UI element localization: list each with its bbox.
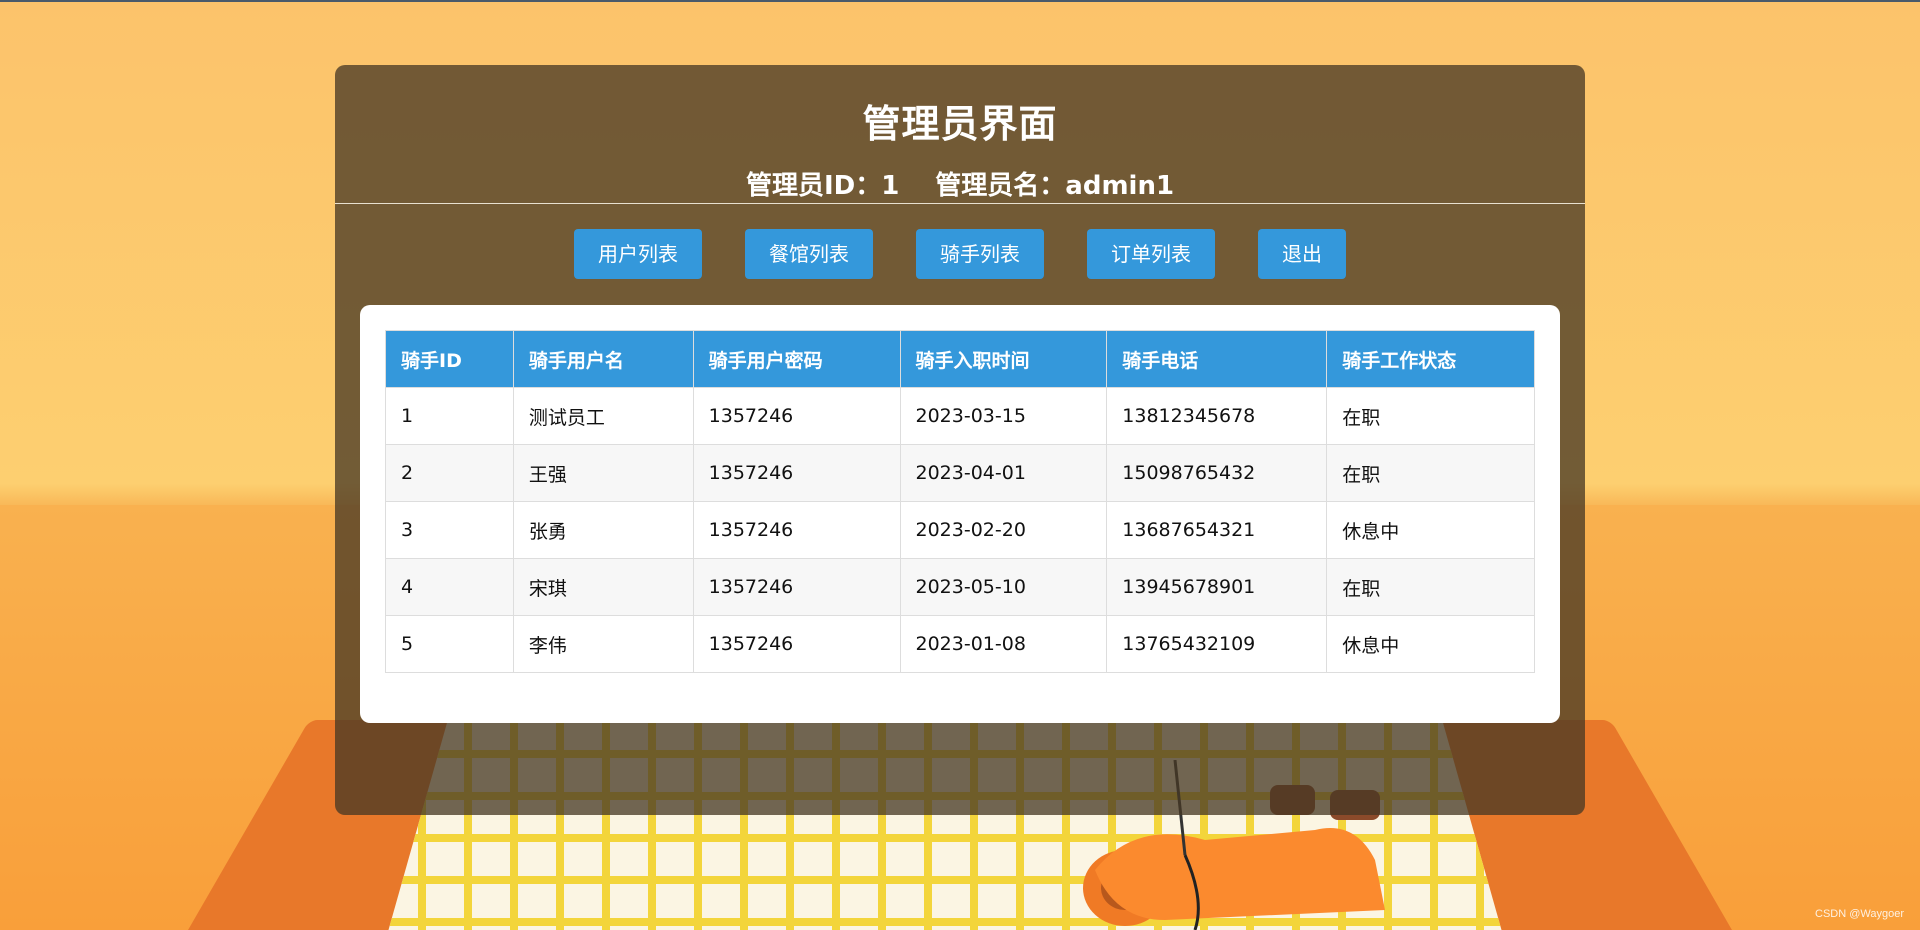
cell-rider-id: 5 [385, 615, 514, 673]
admin-name-label: 管理员名：admin1 [935, 171, 1175, 201]
cell-rider-hire-date: 2023-02-20 [899, 501, 1108, 559]
logout-button[interactable]: 退出 [1258, 229, 1346, 279]
cell-rider-password: 1357246 [692, 615, 901, 673]
rider-table: 骑手ID 骑手用户名 骑手用户密码 骑手入职时间 骑手电话 骑手工作状态 1 测… [385, 330, 1535, 673]
nav-orders-button[interactable]: 订单列表 [1087, 229, 1215, 279]
admin-info: 管理员ID：1 管理员名：admin1 [335, 165, 1585, 202]
cell-rider-status: 在职 [1326, 444, 1535, 502]
table-row[interactable]: 4 宋琪 1357246 2023-05-10 13945678901 在职 [385, 558, 1535, 616]
cell-rider-status: 在职 [1326, 387, 1535, 445]
header-rider-id[interactable]: 骑手ID [385, 330, 514, 388]
cell-rider-phone: 13687654321 [1106, 501, 1328, 559]
header-divider [335, 203, 1585, 204]
cell-rider-username: 李伟 [512, 615, 694, 673]
rider-table-card: 骑手ID 骑手用户名 骑手用户密码 骑手入职时间 骑手电话 骑手工作状态 1 测… [360, 305, 1560, 723]
header-rider-username[interactable]: 骑手用户名 [512, 330, 694, 388]
cell-rider-id: 3 [385, 501, 514, 559]
cell-rider-id: 1 [385, 387, 514, 445]
page-title: 管理员界面 [862, 102, 1058, 146]
cell-rider-username: 王强 [512, 444, 694, 502]
cell-rider-username: 宋琪 [512, 558, 694, 616]
nav-bar: 用户列表 餐馆列表 骑手列表 订单列表 退出 [335, 229, 1585, 279]
cell-rider-id: 4 [385, 558, 514, 616]
nav-restaurants-button[interactable]: 餐馆列表 [745, 229, 873, 279]
cell-rider-status: 休息中 [1326, 615, 1535, 673]
cell-rider-hire-date: 2023-01-08 [899, 615, 1108, 673]
table-row[interactable]: 5 李伟 1357246 2023-01-08 13765432109 休息中 [385, 615, 1535, 673]
top-border-line [0, 0, 1920, 2]
header-rider-status[interactable]: 骑手工作状态 [1326, 330, 1535, 388]
table-row[interactable]: 2 王强 1357246 2023-04-01 15098765432 在职 [385, 444, 1535, 502]
header-rider-password[interactable]: 骑手用户密码 [692, 330, 901, 388]
table-header-row: 骑手ID 骑手用户名 骑手用户密码 骑手入职时间 骑手电话 骑手工作状态 [385, 330, 1535, 388]
watermark: CSDN @Waygoer [1815, 908, 1904, 920]
admin-panel: 管理员界面 管理员ID：1 管理员名：admin1 用户列表 餐馆列表 骑手列表 … [335, 65, 1585, 815]
cell-rider-hire-date: 2023-05-10 [899, 558, 1108, 616]
admin-id-label: 管理员ID：1 [745, 171, 900, 201]
cell-rider-status: 休息中 [1326, 501, 1535, 559]
cell-rider-password: 1357246 [692, 501, 901, 559]
cell-rider-phone: 13812345678 [1106, 387, 1328, 445]
table-row[interactable]: 3 张勇 1357246 2023-02-20 13687654321 休息中 [385, 501, 1535, 559]
cell-rider-password: 1357246 [692, 558, 901, 616]
cell-rider-phone: 15098765432 [1106, 444, 1328, 502]
cell-rider-status: 在职 [1326, 558, 1535, 616]
nav-riders-button[interactable]: 骑手列表 [916, 229, 1044, 279]
cell-rider-id: 2 [385, 444, 514, 502]
cell-rider-password: 1357246 [692, 444, 901, 502]
cell-rider-phone: 13765432109 [1106, 615, 1328, 673]
cell-rider-password: 1357246 [692, 387, 901, 445]
cell-rider-phone: 13945678901 [1106, 558, 1328, 616]
cell-rider-username: 测试员工 [512, 387, 694, 445]
nav-users-button[interactable]: 用户列表 [574, 229, 702, 279]
cell-rider-hire-date: 2023-03-15 [899, 387, 1108, 445]
header-rider-hire-date[interactable]: 骑手入职时间 [899, 330, 1108, 388]
header-rider-phone[interactable]: 骑手电话 [1106, 330, 1328, 388]
table-row[interactable]: 1 测试员工 1357246 2023-03-15 13812345678 在职 [385, 387, 1535, 445]
cell-rider-hire-date: 2023-04-01 [899, 444, 1108, 502]
cell-rider-username: 张勇 [512, 501, 694, 559]
